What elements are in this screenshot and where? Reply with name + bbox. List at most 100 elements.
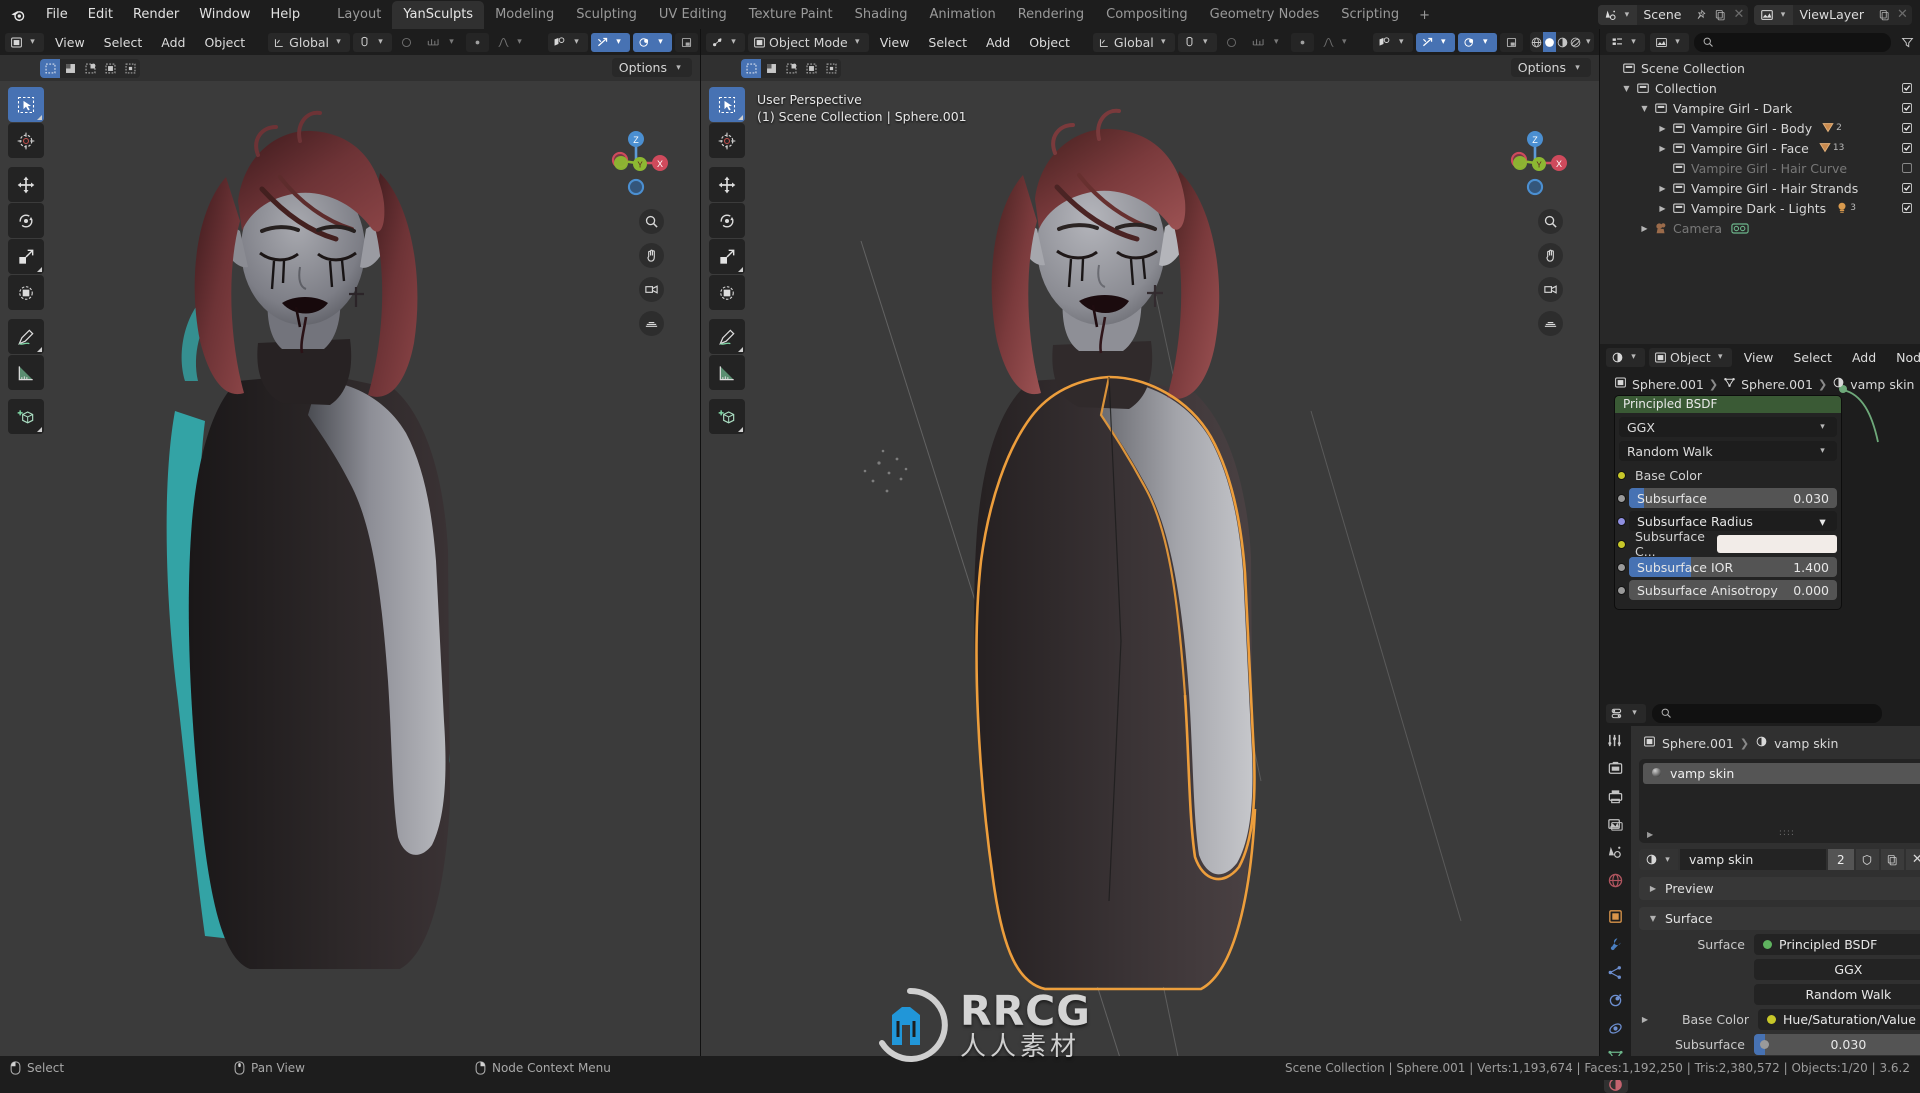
app-menu-edit[interactable]: Edit [78,4,123,25]
node-input-row[interactable]: Subsurface Radius ▾ [1617,511,1837,531]
node-socket-dot[interactable] [1617,493,1626,503]
chevron-right-icon[interactable]: ▶ [1656,124,1669,133]
select-difference-icon-mid[interactable] [801,59,821,78]
panel-surface[interactable]: ▼ Surface :::: [1639,907,1920,930]
wireframe-shading-icon[interactable] [1530,32,1543,52]
camera-view-icon-mid[interactable] [1538,277,1563,302]
solid-shading-icon[interactable] [1542,32,1556,52]
select-subtract-icon[interactable] [80,59,100,78]
delete-scene-icon[interactable]: ✕ [1729,5,1748,25]
node-socket-dot[interactable] [1617,539,1626,549]
select-box-icon[interactable] [40,58,60,78]
visibility-checkbox[interactable] [1901,82,1913,94]
proportional-edit-mid[interactable] [1220,33,1243,52]
menu-select-mid[interactable]: Select [920,32,975,52]
delete-viewlayer-icon[interactable]: ✕ [1893,5,1912,25]
workspace-tab-rendering[interactable]: Rendering [1007,1,1095,29]
select-box-icon-mid[interactable] [741,58,761,78]
shader-menu-select[interactable]: Select [1785,347,1840,367]
shading-dropdown-chevron[interactable]: ▾ [1582,32,1594,52]
tab-render[interactable] [1604,760,1628,777]
snap-increment-mid[interactable]: ▾ [1246,33,1288,52]
rendered-shading-icon[interactable] [1569,32,1582,52]
properties-search-input[interactable] [1652,703,1882,723]
select-intersect-icon[interactable] [120,59,140,78]
chevron-right-icon[interactable]: ▶ [1638,224,1651,233]
navigation-gizmo-mid[interactable]: Z X Y [1499,127,1571,199]
render-preview-btn[interactable] [1499,32,1523,52]
material-unlink-icon[interactable]: ✕ [1905,849,1920,870]
tab-world[interactable] [1604,872,1628,889]
tab-physics[interactable] [1604,992,1628,1009]
workspace-tab-sculpting[interactable]: Sculpting [565,1,648,29]
xray-toggle-mid[interactable]: ▾ [1457,32,1497,52]
tool-annotate[interactable] [8,319,44,354]
prop-breadcrumb-material-label[interactable]: vamp skin [1774,736,1838,751]
workspace-tab-geometry-nodes[interactable]: Geometry Nodes [1199,1,1331,29]
navigation-gizmo-left[interactable]: Z X Y [600,127,672,199]
chevron-down-icon[interactable]: ▼ [1620,84,1633,93]
tool-add-cube-mid[interactable] [709,399,745,434]
tool-scale[interactable] [8,239,44,274]
new-scene-icon[interactable] [1710,5,1729,25]
tool-cursor-mid[interactable] [709,123,745,158]
workspace-tab--[interactable]: + [1410,2,1439,29]
viewlayer-selector[interactable]: ▾ ViewLayer ✕ [1754,4,1912,25]
material-list-expand-icon[interactable]: ▶ [1647,830,1653,839]
node-input-row[interactable]: Subsurface 0.030 [1617,488,1837,508]
workspace-tab-texture-paint[interactable]: Texture Paint [738,1,844,29]
outliner-editor-type[interactable]: ▾ [1606,32,1645,52]
node-socket-dot[interactable] [1617,585,1626,595]
tool-tweak-select-mid[interactable] [709,87,745,122]
tool-transform-mid[interactable] [709,275,745,310]
workspace-tab-modeling[interactable]: Modeling [484,1,565,29]
falloff-curve-left[interactable]: ▾ [492,33,531,52]
pan-hand-icon-mid[interactable] [1538,243,1563,268]
tool-transform[interactable] [8,275,44,310]
workspace-tab-compositing[interactable]: Compositing [1095,1,1199,29]
shader-editor-canvas[interactable]: Sphere.001 ❯ Sphere.001 ❯ vamp skin Prin… [1600,370,1920,700]
tab-object[interactable] [1604,908,1628,925]
material-slot-item[interactable]: vamp skin [1643,763,1920,784]
material-users-count[interactable]: 2 [1827,849,1854,870]
show-overlays-left[interactable]: ▾ [591,32,631,52]
select-subtract-icon-mid[interactable] [781,59,801,78]
visibility-checkbox[interactable] [1901,182,1913,194]
menu-select-left[interactable]: Select [96,32,151,52]
select-difference-icon[interactable] [100,59,120,78]
outliner-row[interactable]: ▶ Vampire Girl - Body 2 [1600,118,1920,138]
tool-measure-mid[interactable] [709,355,745,390]
falloff-curve-mid[interactable]: ▾ [1317,33,1356,52]
tool-move-mid[interactable] [709,167,745,202]
outliner-tree[interactable]: Scene Collection ▼ Collection ▼ Vampire Girl… [1600,55,1920,344]
menu-view-mid[interactable]: View [872,32,918,52]
tool-rotate[interactable] [8,203,44,238]
chevron-right-icon[interactable]: ▶ [1639,1015,1651,1024]
tool-add-cube[interactable] [8,399,44,434]
tool-cursor[interactable] [8,123,44,158]
shader-editor-type[interactable]: ▾ [1606,347,1645,367]
blender-logo-icon[interactable] [6,3,30,27]
scene-selector[interactable]: ▾ Scene ✕ [1598,4,1749,25]
pivot-point-left[interactable] [466,32,490,52]
ortho-toggle-icon-mid[interactable] [1538,311,1563,336]
material-preview-shading-icon[interactable] [1556,32,1569,52]
proportional-edit-left[interactable] [395,33,418,52]
tool-measure[interactable] [8,355,44,390]
node-subsurface-method-dropdown[interactable]: Random Walk ▾ [1619,441,1837,461]
pan-hand-icon[interactable] [639,243,664,268]
menu-add-left[interactable]: Add [153,32,193,52]
pin-icon[interactable] [1691,5,1710,25]
tab-tool[interactable] [1604,732,1628,749]
breadcrumb-object-label[interactable]: Sphere.001 [1632,377,1704,392]
snap-increment-left[interactable]: ▾ [421,33,463,52]
options-dropdown-left[interactable]: Options ▾ [611,58,692,77]
property-value[interactable]: GGX▾ [1754,959,1920,980]
new-viewlayer-icon[interactable] [1874,5,1893,25]
outliner-row[interactable]: ▼ Collection [1600,78,1920,98]
tool-annotate-mid[interactable] [709,319,745,354]
menu-view-left[interactable]: View [47,32,93,52]
shader-object-selector[interactable]: Object ▾ [1649,347,1732,367]
visibility-checkbox[interactable] [1901,102,1913,114]
property-value[interactable]: 0.030 [1754,1034,1920,1055]
